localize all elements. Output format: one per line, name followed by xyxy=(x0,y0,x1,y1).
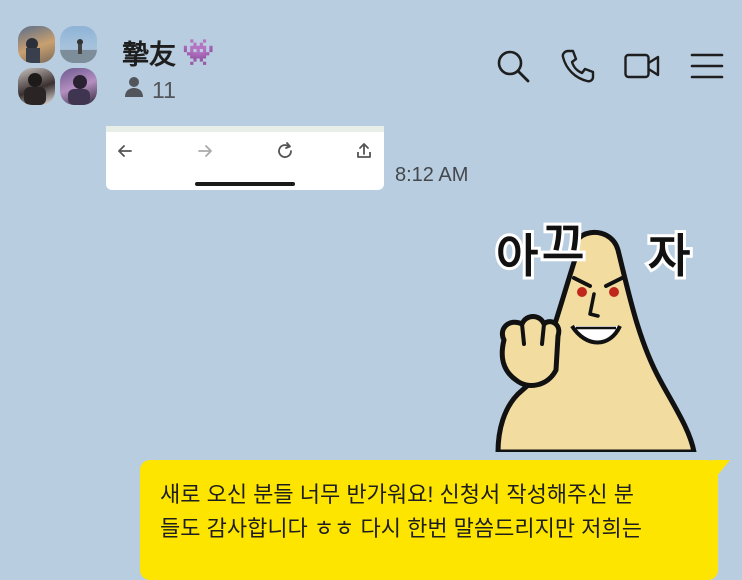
chat-title: 摯友 👾 xyxy=(122,33,214,72)
member-count-value: 11 xyxy=(152,76,176,103)
search-icon[interactable] xyxy=(495,48,531,84)
chat-header: 摯友 👾 11 xyxy=(0,0,742,118)
chat-bubble[interactable]: 새로 오신 분들 너무 반가워요! 신청서 작성해주신 분 들도 감사합니다 ㅎㅎ… xyxy=(140,460,718,580)
svg-text:자: 자 xyxy=(648,229,690,283)
member-count[interactable]: 11 xyxy=(124,76,176,104)
forward-arrow-icon xyxy=(194,140,216,162)
video-icon[interactable] xyxy=(624,48,660,84)
sticker-text: 아 xyxy=(496,229,538,283)
person-icon xyxy=(124,76,144,104)
message-text[interactable]: 새로 오신 분들 너무 반가워요! 신청서 작성해주신 분 들도 감사합니다 ㅎㅎ… xyxy=(160,478,708,546)
chat-title-text: 摯友 xyxy=(122,40,176,70)
home-indicator xyxy=(195,182,295,186)
image-message[interactable] xyxy=(106,126,384,190)
group-avatar[interactable] xyxy=(18,26,98,106)
share-icon xyxy=(353,140,375,162)
bubble-tail xyxy=(712,460,730,482)
avatar xyxy=(60,68,97,105)
svg-text:끄: 끄 xyxy=(542,217,584,271)
avatar xyxy=(60,26,97,63)
back-arrow-icon xyxy=(114,140,136,162)
reload-icon xyxy=(274,140,296,162)
message-time: 8:12 AM xyxy=(395,164,469,186)
menu-icon[interactable] xyxy=(690,48,726,84)
alien-emoji-icon: 👾 xyxy=(182,37,215,67)
sticker-message[interactable]: 아 끄 자 xyxy=(478,210,718,455)
avatar xyxy=(18,68,55,105)
phone-icon[interactable] xyxy=(560,48,596,84)
avatar xyxy=(18,26,55,63)
